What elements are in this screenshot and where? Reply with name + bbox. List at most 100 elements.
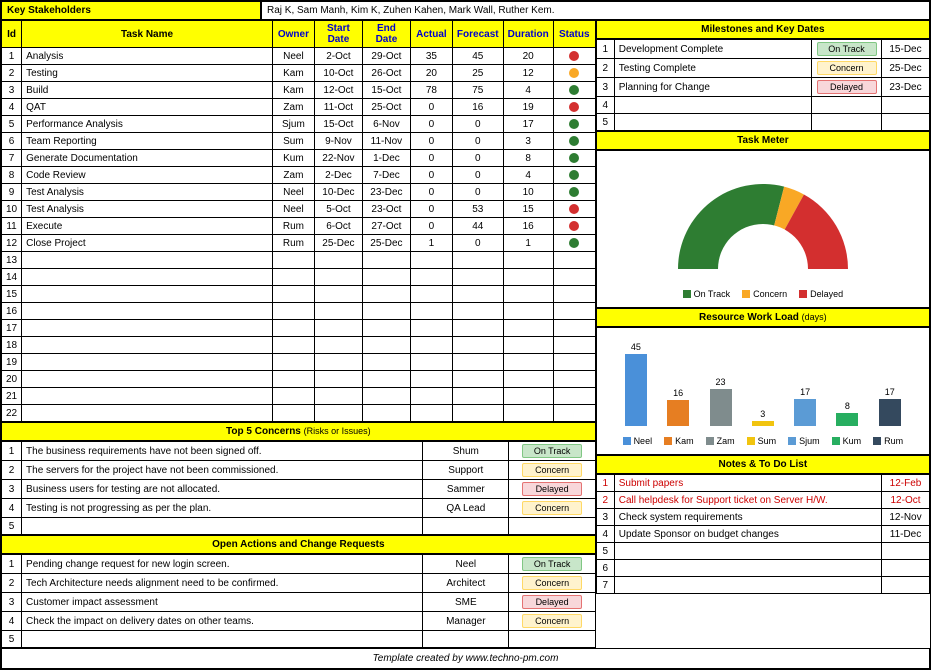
issue-row[interactable]: 4Testing is not progressing as per the p…: [2, 499, 596, 518]
status-dot-icon: [569, 238, 579, 248]
status-dot-icon: [569, 170, 579, 180]
stakeholders-row: Key Stakeholders Raj K, Sam Manh, Kim K,…: [1, 1, 930, 20]
milestone-row-empty[interactable]: 5: [596, 114, 929, 131]
task-row-empty[interactable]: 17: [2, 320, 596, 337]
milestone-row[interactable]: 2Testing CompleteConcern25-Dec: [596, 59, 929, 78]
th-status: Status: [553, 21, 595, 48]
status-dot-icon: [569, 68, 579, 78]
stakeholders-label: Key Stakeholders: [1, 1, 261, 20]
note-row[interactable]: 2Call helpdesk for Support ticket on Ser…: [596, 492, 929, 509]
right-panel: Milestones and Key Dates 1Development Co…: [596, 20, 930, 648]
issue-row[interactable]: 1The business requirements have not been…: [2, 442, 596, 461]
task-row-empty[interactable]: 21: [2, 388, 596, 405]
legend-item: Concern: [742, 289, 787, 299]
bar-item: 3: [748, 409, 778, 426]
milestones-table: 1Development CompleteOn Track15-Dec2Test…: [596, 39, 930, 131]
footer-credit: Template created by www.techno-pm.com: [1, 648, 930, 669]
th-actual: Actual: [410, 21, 452, 48]
actions-header: Open Actions and Change Requests: [1, 535, 596, 554]
th-start: Start Date: [314, 21, 362, 48]
bar-item: 45: [621, 342, 651, 426]
tasks-table: Id Task Name Owner Start Date End Date A…: [1, 20, 596, 422]
bar-item: 17: [875, 387, 905, 426]
legend-item: Kum: [832, 436, 862, 446]
milestones-header: Milestones and Key Dates: [596, 20, 930, 39]
note-row[interactable]: 7: [596, 577, 929, 594]
task-row[interactable]: 5Performance AnalysisSjum15-Oct6-Nov0017: [2, 116, 596, 133]
left-panel: Id Task Name Owner Start Date End Date A…: [1, 20, 596, 648]
status-dot-icon: [569, 221, 579, 231]
th-duration: Duration: [503, 21, 553, 48]
th-name: Task Name: [22, 21, 273, 48]
issue-row[interactable]: 4Check the impact on delivery dates on o…: [2, 612, 596, 631]
bar-item: 23: [706, 377, 736, 426]
taskmeter-header: Task Meter: [596, 131, 930, 150]
note-row[interactable]: 6: [596, 560, 929, 577]
task-row-empty[interactable]: 19: [2, 354, 596, 371]
concerns-header: Top 5 Concerns (Risks or Issues): [1, 422, 596, 441]
status-dot-icon: [569, 136, 579, 146]
stakeholders-value[interactable]: Raj K, Sam Manh, Kim K, Zuhen Kahen, Mar…: [261, 1, 930, 20]
task-row-empty[interactable]: 20: [2, 371, 596, 388]
bar-item: 16: [663, 388, 693, 426]
task-row-empty[interactable]: 13: [2, 252, 596, 269]
bar-item: 17: [790, 387, 820, 426]
dashboard: Key Stakeholders Raj K, Sam Manh, Kim K,…: [0, 0, 931, 670]
note-row[interactable]: 3Check system requirements12-Nov: [596, 509, 929, 526]
note-row[interactable]: 4Update Sponsor on budget changes11-Dec: [596, 526, 929, 543]
task-row[interactable]: 11ExecuteRum6-Oct27-Oct04416: [2, 218, 596, 235]
task-row[interactable]: 10Test AnalysisNeel5-Oct23-Oct05315: [2, 201, 596, 218]
legend-item: Rum: [873, 436, 903, 446]
status-dot-icon: [569, 85, 579, 95]
issue-row[interactable]: 5: [2, 518, 596, 535]
workload-chart: 45 16 23 3 17 8 17 Neel Kam Zam Sum Sjum Kum Rum: [596, 327, 930, 455]
th-owner: Owner: [272, 21, 314, 48]
taskmeter-chart: On Track Concern Delayed: [596, 150, 930, 308]
notes-table: 1Submit papers12-Feb2Call helpdesk for S…: [596, 474, 930, 594]
task-row[interactable]: 1AnalysisNeel2-Oct29-Oct354520: [2, 48, 596, 65]
legend-item: Sjum: [788, 436, 820, 446]
task-row-empty[interactable]: 14: [2, 269, 596, 286]
status-dot-icon: [569, 119, 579, 129]
legend-item: On Track: [683, 289, 731, 299]
milestone-row[interactable]: 1Development CompleteOn Track15-Dec: [596, 40, 929, 59]
issue-row[interactable]: 3Business users for testing are not allo…: [2, 480, 596, 499]
status-dot-icon: [569, 153, 579, 163]
legend-item: Sum: [747, 436, 777, 446]
note-row[interactable]: 5: [596, 543, 929, 560]
workload-header: Resource Work Load (days): [596, 308, 930, 327]
issue-row[interactable]: 5: [2, 631, 596, 648]
task-row[interactable]: 6Team ReportingSum9-Nov11-Nov003: [2, 133, 596, 150]
task-row[interactable]: 12Close ProjectRum25-Dec25-Dec101: [2, 235, 596, 252]
legend-item: Delayed: [799, 289, 843, 299]
milestone-row[interactable]: 3Planning for ChangeDelayed23-Dec: [596, 78, 929, 97]
issue-row[interactable]: 1Pending change request for new login sc…: [2, 555, 596, 574]
task-row[interactable]: 3BuildKam12-Oct15-Oct78754: [2, 82, 596, 99]
milestone-row-empty[interactable]: 4: [596, 97, 929, 114]
task-row-empty[interactable]: 16: [2, 303, 596, 320]
status-dot-icon: [569, 51, 579, 61]
task-row[interactable]: 4QATZam11-Oct25-Oct01619: [2, 99, 596, 116]
task-row-empty[interactable]: 15: [2, 286, 596, 303]
status-dot-icon: [569, 102, 579, 112]
issue-row[interactable]: 3Customer impact assessmentSMEDelayed: [2, 593, 596, 612]
task-row-empty[interactable]: 18: [2, 337, 596, 354]
th-end: End Date: [362, 21, 410, 48]
issue-row[interactable]: 2Tech Architecture needs alignment need …: [2, 574, 596, 593]
task-row[interactable]: 9Test AnalysisNeel10-Dec23-Dec0010: [2, 184, 596, 201]
bar-item: 8: [832, 401, 862, 426]
task-row[interactable]: 8Code ReviewZam2-Dec7-Dec004: [2, 167, 596, 184]
issue-row[interactable]: 2The servers for the project have not be…: [2, 461, 596, 480]
th-forecast: Forecast: [452, 21, 503, 48]
task-row[interactable]: 2TestingKam10-Oct26-Oct202512: [2, 65, 596, 82]
actions-table: 1Pending change request for new login sc…: [1, 554, 596, 648]
task-row[interactable]: 7Generate DocumentationKum22-Nov1-Dec008: [2, 150, 596, 167]
status-dot-icon: [569, 204, 579, 214]
task-row-empty[interactable]: 22: [2, 405, 596, 422]
legend-item: Neel: [623, 436, 653, 446]
gauge-icon: [663, 169, 863, 269]
legend-item: Zam: [706, 436, 735, 446]
concerns-table: 1The business requirements have not been…: [1, 441, 596, 535]
legend-item: Kam: [664, 436, 694, 446]
note-row[interactable]: 1Submit papers12-Feb: [596, 475, 929, 492]
